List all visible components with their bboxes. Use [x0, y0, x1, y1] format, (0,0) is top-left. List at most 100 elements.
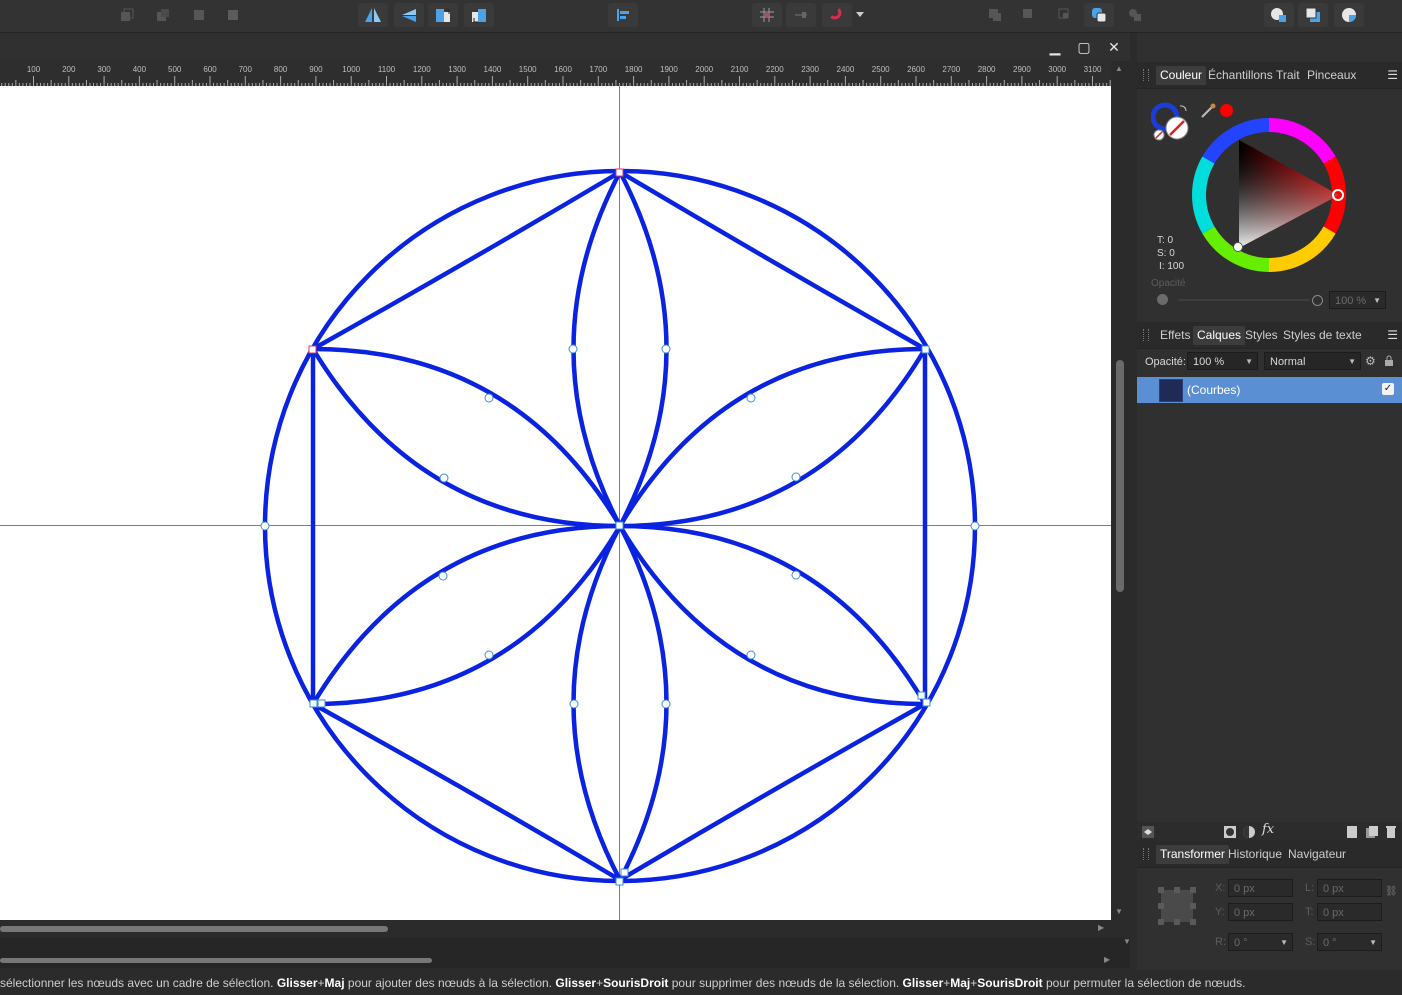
insert-inside-icon[interactable] [1334, 3, 1364, 27]
trash-icon[interactable] [1385, 825, 1397, 842]
boolean-subtract-icon[interactable] [1014, 3, 1044, 27]
scroll-right-icon[interactable]: ▶ [1104, 955, 1110, 964]
square-node[interactable] [917, 691, 926, 700]
gear-icon[interactable]: ⚙ [1365, 354, 1376, 368]
tab-transformer[interactable]: Transformer [1156, 845, 1229, 864]
panel-menu-icon[interactable]: ☰ [1387, 328, 1398, 342]
blend-mode-select[interactable]: Normal ▼ [1264, 352, 1361, 370]
curve-node[interactable] [746, 650, 756, 660]
snap-baseline-icon[interactable] [786, 3, 816, 27]
square-node[interactable] [921, 345, 930, 354]
opacity-slider-handle-left[interactable] [1157, 294, 1168, 305]
color-wheel[interactable] [1192, 118, 1346, 275]
curve-node[interactable] [746, 393, 756, 403]
insert-behind-icon[interactable] [1264, 3, 1294, 27]
tab-styles[interactable]: Styles [1241, 326, 1282, 345]
layer-row[interactable]: (Courbes) ✓ [1137, 377, 1402, 403]
rotate-right-icon[interactable] [464, 3, 494, 27]
tab-calques[interactable]: Calques [1193, 326, 1246, 345]
curve-node[interactable] [791, 472, 801, 482]
panel-menu-icon[interactable]: ☰ [1387, 68, 1398, 82]
maximize-button[interactable]: ▢ [1073, 37, 1095, 57]
opacity-slider-track[interactable] [1178, 299, 1310, 301]
curve-node[interactable] [661, 699, 671, 709]
new-layer-icon[interactable] [1346, 825, 1358, 842]
x-input[interactable]: 0 px [1228, 879, 1293, 897]
tab-styles-de-texte[interactable]: Styles de texte [1279, 326, 1366, 345]
arrange-back-icon[interactable] [112, 3, 142, 27]
w-input[interactable]: 0 px [1317, 879, 1382, 897]
square-node[interactable] [309, 699, 318, 708]
fx-icon[interactable]: fx [1262, 822, 1274, 837]
square-node[interactable] [922, 698, 931, 707]
arrange-backward-icon[interactable] [148, 3, 178, 27]
vertical-scrollbar-thumb[interactable] [1116, 360, 1124, 592]
curve-node[interactable] [438, 571, 448, 581]
design-drawing[interactable] [0, 86, 1111, 920]
panel-grip-icon[interactable] [1143, 329, 1149, 341]
layer-opacity-input[interactable]: 100 % ▼ [1187, 352, 1258, 370]
adjustment-icon[interactable] [1242, 825, 1256, 842]
curve-node[interactable] [569, 699, 579, 709]
tab-echantillons[interactable]: Échantillons [1204, 66, 1277, 85]
boolean-divide-icon[interactable] [1120, 3, 1150, 27]
flip-horizontal-icon[interactable] [358, 3, 388, 27]
y-input[interactable]: 0 px [1228, 903, 1293, 921]
selected-node[interactable] [615, 168, 624, 177]
boolean-intersect-icon[interactable] [1050, 3, 1080, 27]
curve-node[interactable] [260, 521, 270, 531]
link-proportions-icon[interactable]: ⛓ [1385, 886, 1398, 897]
tab-couleur[interactable]: Couleur [1156, 66, 1207, 85]
curve-node[interactable] [568, 344, 578, 354]
square-node[interactable] [620, 868, 629, 877]
curve-node[interactable] [484, 393, 494, 403]
opacity-input[interactable]: 100 % ▼ [1329, 291, 1386, 309]
layer-visibility-checkbox[interactable]: ✓ [1382, 383, 1394, 395]
h-input[interactable]: 0 px [1317, 903, 1382, 921]
tab-historique[interactable]: Historique [1224, 845, 1286, 864]
scroll-down-icon[interactable]: ▼ [1123, 937, 1131, 946]
layers-stack-icon[interactable] [1141, 825, 1155, 842]
minimize-button[interactable]: ▁ [1044, 37, 1066, 57]
align-left-icon[interactable] [608, 3, 638, 27]
insert-top-icon[interactable] [1298, 3, 1328, 27]
current-color-swatch[interactable] [1220, 104, 1233, 117]
flip-vertical-icon[interactable] [394, 3, 424, 27]
scroll-right-icon[interactable]: ▶ [1098, 923, 1104, 932]
mask-icon[interactable] [1223, 825, 1237, 842]
curve-node[interactable] [970, 521, 980, 531]
curve-node[interactable] [439, 473, 449, 483]
grid-snap-icon[interactable] [752, 3, 782, 27]
rotate-left-icon[interactable] [428, 3, 458, 27]
horizontal-scrollbar-thumb[interactable] [0, 926, 388, 932]
close-button[interactable]: ✕ [1103, 37, 1125, 57]
tab-trait[interactable]: Trait [1272, 66, 1304, 85]
fill-stroke-swatch-icon[interactable] [1150, 102, 1191, 147]
lock-icon[interactable] [1384, 355, 1394, 370]
rotation-input[interactable]: 0 ° ▼ [1228, 933, 1293, 951]
duplicate-layer-icon[interactable] [1365, 825, 1379, 842]
magnet-snapping-icon[interactable] [822, 3, 852, 27]
scroll-up-icon[interactable]: ▲ [1115, 64, 1123, 73]
scroll-down-icon[interactable]: ▼ [1115, 907, 1123, 916]
anchor-selector-icon[interactable] [1158, 887, 1196, 928]
arrange-front-icon[interactable] [218, 3, 248, 27]
opacity-slider-handle[interactable] [1312, 295, 1323, 306]
panel-grip-icon[interactable] [1143, 69, 1149, 81]
shear-input[interactable]: 0 ° ▼ [1317, 933, 1382, 951]
center-node[interactable] [615, 521, 624, 530]
tab-pinceaux[interactable]: Pinceaux [1303, 66, 1360, 85]
boolean-add-icon[interactable] [980, 3, 1010, 27]
boolean-xor-icon[interactable] [1084, 3, 1114, 27]
tab-effets[interactable]: Effets [1156, 326, 1194, 345]
secondary-scrollbar-thumb[interactable] [0, 958, 432, 963]
curve-node[interactable] [484, 650, 494, 660]
square-node[interactable] [317, 699, 326, 708]
tab-navigateur[interactable]: Navigateur [1284, 845, 1350, 864]
selected-node[interactable] [308, 345, 317, 354]
panel-grip-icon[interactable] [1143, 848, 1149, 860]
curve-node[interactable] [791, 570, 801, 580]
curve-node[interactable] [661, 344, 671, 354]
chevron-down-icon[interactable] [852, 3, 868, 27]
canvas[interactable] [0, 86, 1111, 920]
